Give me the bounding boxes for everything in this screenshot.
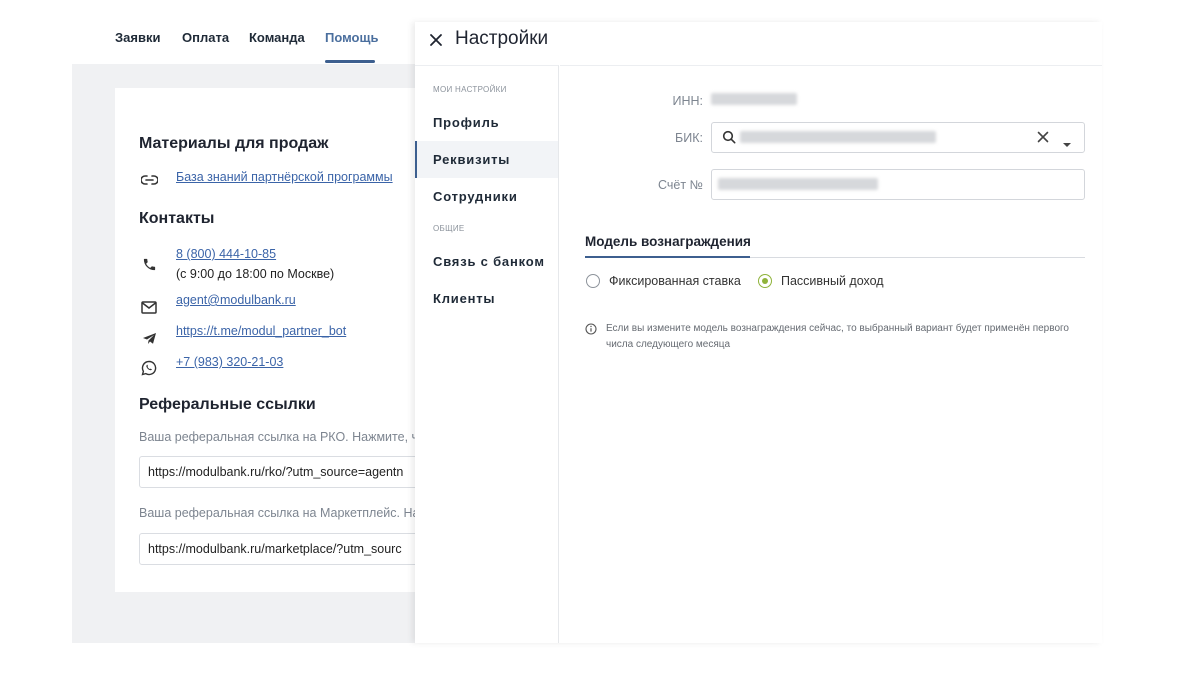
- radio-fixed-rate-label: Фиксированная ставка: [609, 274, 741, 288]
- drawer-title: Настройки: [455, 28, 549, 49]
- radio-circle: [586, 274, 600, 288]
- account-value-redacted: [718, 178, 878, 190]
- telegram-link[interactable]: https://t.me/modul_partner_bot: [176, 324, 346, 338]
- tab-team[interactable]: Команда: [249, 30, 305, 45]
- rko-referral-field[interactable]: https://modulbank.ru/rko/?utm_source=age…: [139, 456, 429, 488]
- reward-model-heading: Модель вознаграждения: [585, 234, 751, 249]
- inn-label: ИНН:: [672, 94, 703, 108]
- section-underline: [585, 256, 750, 258]
- tab-help[interactable]: Помощь: [325, 30, 378, 45]
- email-row: agent@modulbank.ru: [139, 293, 296, 317]
- knowledge-base-link[interactable]: База знаний партнёрской программы: [176, 170, 393, 184]
- reward-note: Если вы измените модель вознаграждения с…: [585, 321, 1086, 353]
- sidebar-item-profile[interactable]: Профиль: [415, 104, 558, 141]
- contacts-heading: Контакты: [139, 210, 215, 227]
- info-icon: [585, 322, 597, 335]
- page: Заявки Оплата Команда Помощь Материалы д…: [0, 0, 1200, 687]
- radio-fixed-rate[interactable]: Фиксированная ставка: [586, 274, 741, 288]
- chevron-down-icon[interactable]: [1062, 135, 1072, 153]
- link-icon: [139, 170, 159, 190]
- caption-common: Общие: [433, 224, 465, 233]
- help-card: Материалы для продаж База знаний партнёр…: [115, 88, 435, 592]
- bik-value-redacted: [740, 131, 936, 143]
- phone-row: 8 (800) 444-10-85 (с 9:00 до 18:00 по Мо…: [139, 245, 334, 281]
- clear-icon[interactable]: [1036, 130, 1050, 149]
- account-field[interactable]: [711, 169, 1085, 200]
- rko-hint: Ваша реферальная ссылка на РКО. Нажмите,…: [139, 430, 424, 444]
- search-icon: [722, 130, 736, 149]
- whatsapp-link[interactable]: +7 (983) 320-21-03: [176, 355, 283, 369]
- knowledge-row: База знаний партнёрской программы: [139, 170, 393, 190]
- bik-label: БИК:: [675, 131, 703, 145]
- radio-circle-selected: [758, 274, 772, 288]
- email-link[interactable]: agent@modulbank.ru: [176, 293, 296, 307]
- sidebar-item-employees[interactable]: Сотрудники: [415, 178, 558, 215]
- mail-icon: [139, 297, 159, 317]
- telegram-row: https://t.me/modul_partner_bot: [139, 324, 346, 348]
- phone-link[interactable]: 8 (800) 444-10-85: [176, 247, 276, 261]
- sidebar-item-clients[interactable]: Клиенты: [415, 280, 558, 317]
- marketplace-referral-field[interactable]: https://modulbank.ru/marketplace/?utm_so…: [139, 533, 429, 565]
- caption-my-settings: Мои настройки: [433, 85, 507, 94]
- inn-value-redacted: [711, 93, 797, 105]
- active-tab-indicator: [325, 60, 375, 63]
- whatsapp-row: +7 (983) 320-21-03: [139, 355, 283, 378]
- radio-passive-income[interactable]: Пассивный доход: [758, 274, 884, 288]
- phone-icon: [139, 254, 159, 274]
- requisites-panel: ИНН: БИК: Счёт № Модель вознаграждения Ф…: [560, 65, 1102, 643]
- phone-hours: (с 9:00 до 18:00 по Москве): [176, 267, 335, 281]
- tab-requests[interactable]: Заявки: [115, 30, 160, 45]
- sidebar-item-requisites[interactable]: Реквизиты: [415, 141, 558, 178]
- account-label: Счёт №: [658, 178, 703, 192]
- close-icon[interactable]: [426, 30, 446, 50]
- materials-heading: Материалы для продаж: [139, 135, 329, 152]
- drawer-header: Настройки: [415, 22, 1102, 65]
- tab-payment[interactable]: Оплата: [182, 30, 229, 45]
- whatsapp-icon: [139, 358, 159, 378]
- radio-passive-income-label: Пассивный доход: [781, 274, 884, 288]
- settings-drawer: Настройки Мои настройки Профиль Реквизит…: [415, 22, 1102, 643]
- sidebar-item-bank-connection[interactable]: Связь с банком: [415, 243, 558, 280]
- marketplace-hint: Ваша реферальная ссылка на Маркетплейс. …: [139, 506, 420, 520]
- telegram-icon: [139, 328, 159, 348]
- reward-note-text: Если вы измените модель вознаграждения с…: [606, 323, 1069, 350]
- referral-heading: Реферальные ссылки: [139, 396, 316, 413]
- bik-select[interactable]: [711, 122, 1085, 153]
- settings-sidebar: Мои настройки Профиль Реквизиты Сотрудни…: [415, 65, 559, 643]
